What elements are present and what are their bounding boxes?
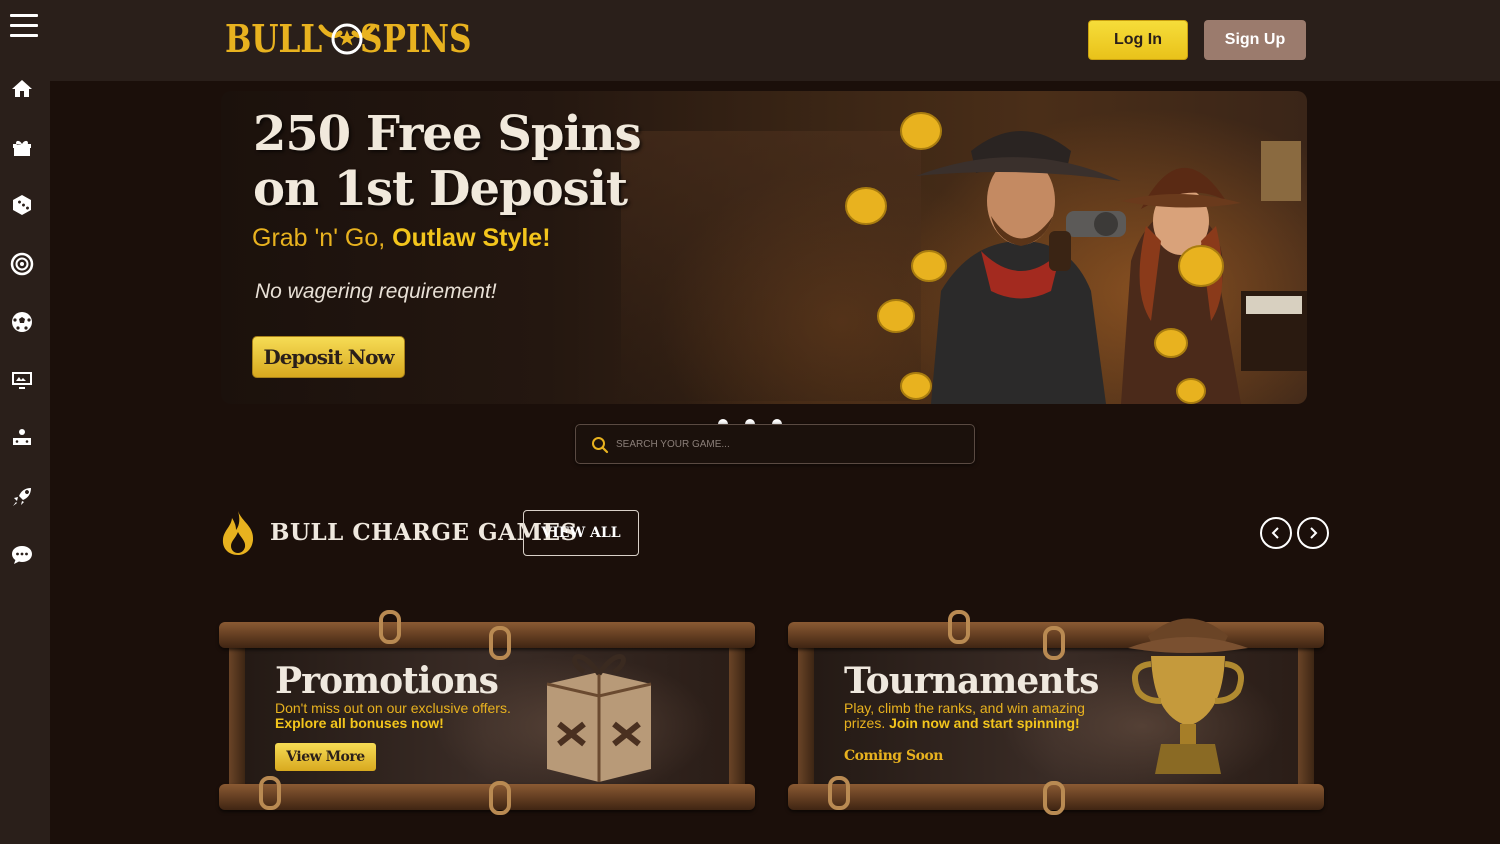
- game-search: [575, 424, 975, 464]
- fire-icon: [222, 511, 254, 555]
- trophy-icon: [1128, 618, 1248, 774]
- cowboy-artwork: [845, 112, 1307, 404]
- tournaments-card[interactable]: Tournaments Play, climb the ranks, and w…: [788, 606, 1324, 840]
- promotions-card[interactable]: Promotions Don't miss out on our exclusi…: [219, 606, 755, 840]
- roulette-icon[interactable]: [9, 251, 35, 277]
- hero-banner[interactable]: 250 Free Spins on 1st Deposit Grab 'n' G…: [221, 91, 1307, 404]
- top-header: BULL SPINS Log In Sign Up: [50, 0, 1500, 81]
- signup-button[interactable]: Sign Up: [1204, 20, 1306, 60]
- card-plank-top: [219, 622, 755, 648]
- carousel-next-button[interactable]: [1297, 517, 1329, 549]
- dice-icon[interactable]: [9, 192, 35, 218]
- rope-knot: [1043, 626, 1065, 660]
- card-desc-plain: Don't miss out on our exclusive offers.: [275, 700, 511, 716]
- chat-icon[interactable]: [9, 542, 35, 568]
- login-button[interactable]: Log In: [1088, 20, 1188, 60]
- card-title: Tournaments: [844, 660, 1099, 702]
- menu-icon[interactable]: [10, 14, 38, 40]
- brand-logo[interactable]: BULL SPINS: [225, 12, 496, 64]
- search-input[interactable]: [616, 433, 956, 455]
- chevron-left-icon: [1271, 527, 1279, 539]
- gift-icon[interactable]: [9, 134, 35, 160]
- card-desc-bold: Explore all bonuses now!: [275, 715, 444, 731]
- view-all-button[interactable]: VIEW ALL: [523, 510, 639, 556]
- deposit-now-button[interactable]: Deposit Now: [252, 336, 405, 378]
- hero-title: 250 Free Spins on 1st Deposit: [253, 106, 642, 217]
- rope-knot: [259, 776, 281, 810]
- rope-knot: [828, 776, 850, 810]
- rope-knot: [489, 781, 511, 815]
- home-icon[interactable]: [9, 76, 35, 102]
- card-plank-bottom: [219, 784, 755, 810]
- card-description: Don't miss out on our exclusive offers. …: [275, 701, 535, 731]
- card-frame-right: [729, 636, 745, 796]
- hero-note: No wagering requirement!: [255, 280, 497, 303]
- card-description: Play, climb the ranks, and win amazing p…: [844, 701, 1104, 731]
- logo-word-left: BULL: [225, 15, 323, 61]
- card-title: Promotions: [275, 660, 499, 702]
- hero-subtitle-bold: Outlaw Style!: [392, 224, 551, 252]
- live-casino-icon[interactable]: [9, 367, 35, 393]
- card-frame-left: [798, 636, 814, 796]
- gift-box-icon: [546, 654, 652, 782]
- view-more-button[interactable]: View More: [275, 743, 376, 771]
- card-frame-left: [229, 636, 245, 796]
- rope-knot: [489, 626, 511, 660]
- chevron-right-icon: [1310, 527, 1318, 539]
- hero-title-line2: on 1st Deposit: [253, 161, 628, 217]
- sidebar: [0, 0, 50, 844]
- rope-knot: [1043, 781, 1065, 815]
- search-icon: [592, 437, 609, 454]
- coming-soon-label: Coming Soon: [844, 748, 943, 764]
- card-desc-bold: Join now and start spinning!: [889, 715, 1080, 731]
- hero-title-line1: 250 Free Spins: [253, 106, 642, 162]
- gamepad-icon[interactable]: [9, 425, 35, 451]
- logo-word-right: SPINS: [359, 15, 472, 61]
- hero-subtitle: Grab 'n' Go, Outlaw Style!: [252, 224, 551, 253]
- rope-knot: [379, 610, 401, 644]
- hero-subtitle-plain: Grab 'n' Go,: [252, 224, 393, 252]
- soccer-ball-icon[interactable]: [9, 309, 35, 335]
- rocket-icon[interactable]: [9, 484, 35, 510]
- carousel-prev-button[interactable]: [1260, 517, 1292, 549]
- card-frame-right: [1298, 636, 1314, 796]
- rope-knot: [948, 610, 970, 644]
